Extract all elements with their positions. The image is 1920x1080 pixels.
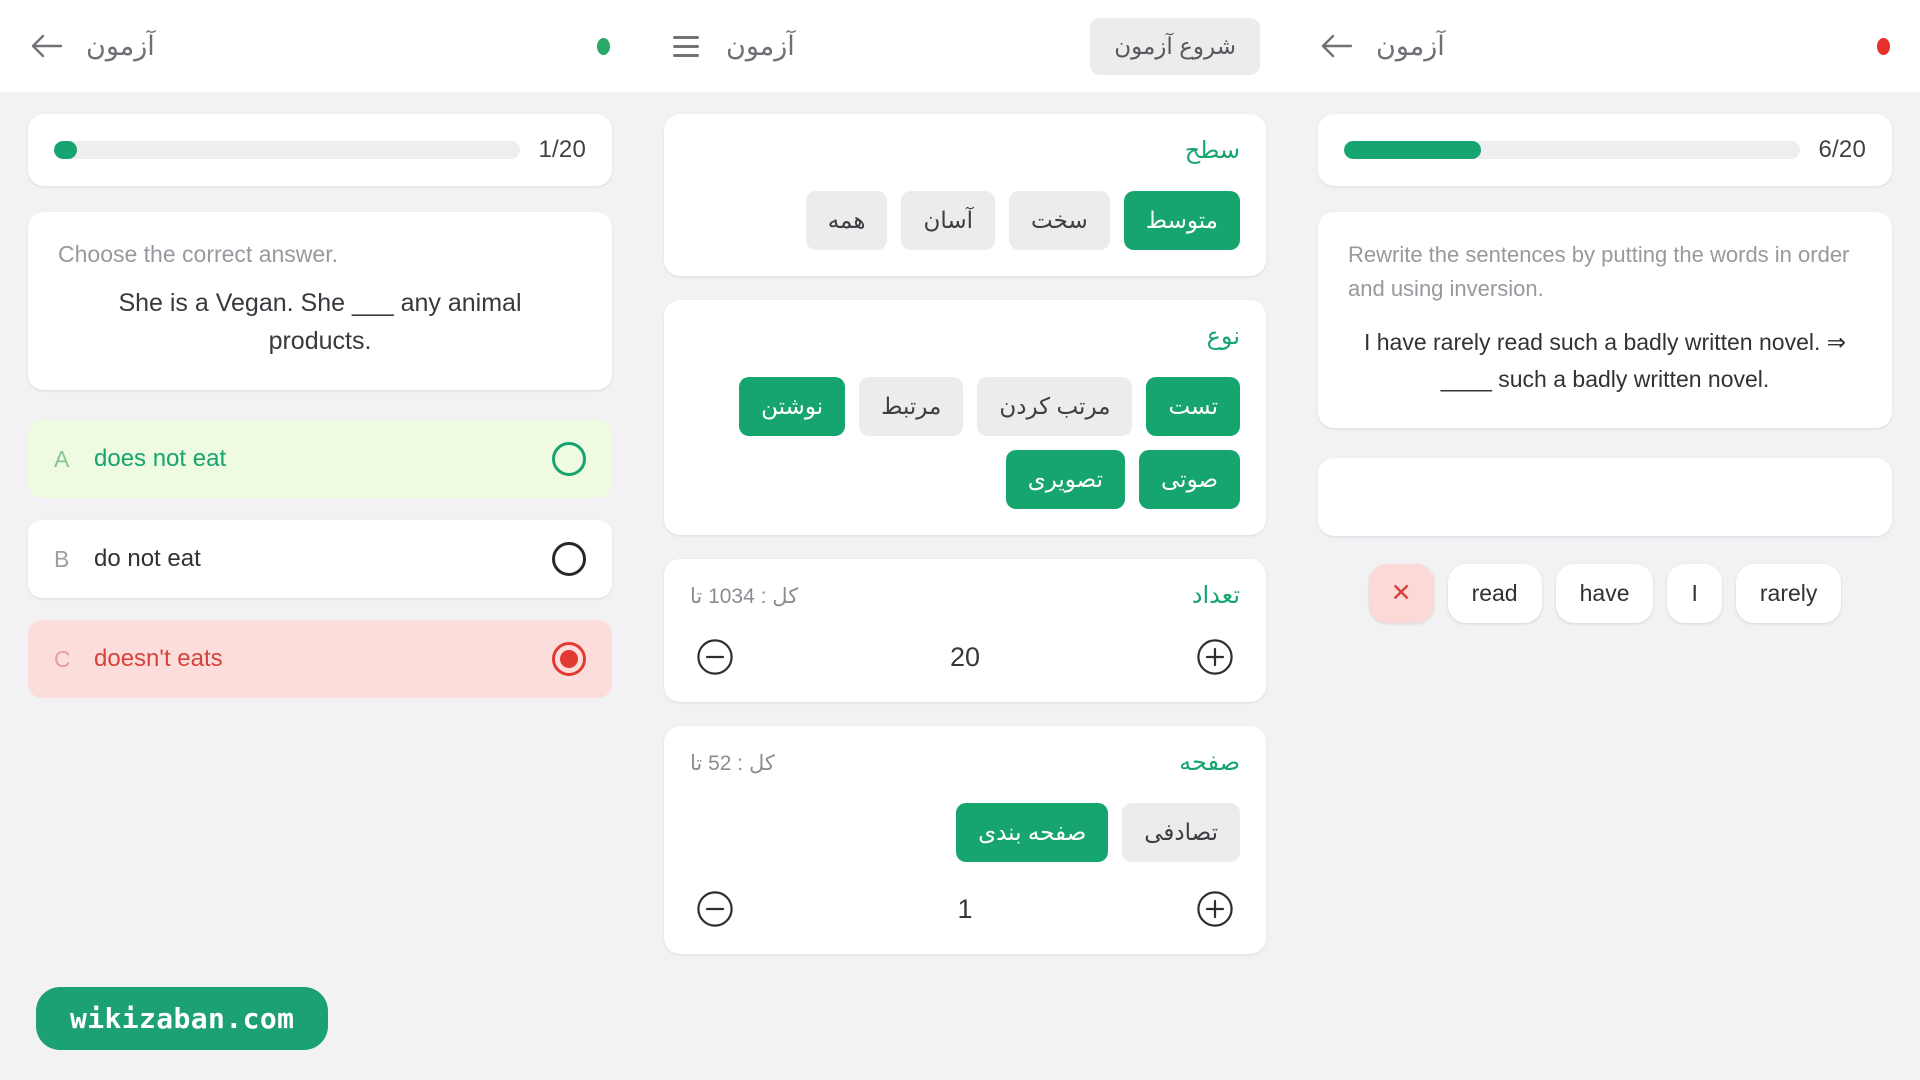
question-instruction: Choose the correct answer. xyxy=(58,241,338,267)
right-progress-card: 6/20 xyxy=(1318,114,1892,186)
type-option-tasviri[interactable]: تصویری xyxy=(1005,450,1126,509)
word-chip-read[interactable]: read xyxy=(1447,563,1542,623)
right-progress-fill xyxy=(1344,141,1481,159)
radio-button-c[interactable] xyxy=(552,642,586,677)
plus-circle-icon[interactable] xyxy=(1196,890,1234,928)
back-arrow-icon[interactable] xyxy=(30,29,64,63)
right-progress-label: 6/20 xyxy=(1818,136,1866,163)
level-option-hame[interactable]: همه xyxy=(805,191,888,250)
left-panel: آزمون 1/20 Choose the correct answer. Sh… xyxy=(0,0,640,1080)
right-panel: آزمون 6/20 Rewrite the sentences by putt… xyxy=(1290,0,1920,1080)
type-option-soti[interactable]: صوتی xyxy=(1139,450,1240,509)
left-progress-fill xyxy=(54,141,78,159)
word-chip-i[interactable]: I xyxy=(1667,563,1722,623)
page-total: کل : 52 تا xyxy=(690,752,775,775)
option-letter: A xyxy=(54,445,70,472)
radio-button-a[interactable] xyxy=(552,442,586,477)
status-dot-red xyxy=(1877,37,1890,55)
back-arrow-icon[interactable] xyxy=(1320,29,1354,63)
right-panel-body: 6/20 Rewrite the sentences by putting th… xyxy=(1290,92,1920,1080)
minus-circle-icon[interactable] xyxy=(696,638,734,676)
minus-circle-icon[interactable] xyxy=(696,890,734,928)
type-setting-card: نوع تست مرتب کردن مرتبط نوشتن صوتی تصویر… xyxy=(664,300,1266,535)
option-text: doesn't eats xyxy=(94,645,223,673)
rewrite-instruction: Rewrite the sentences by putting the wor… xyxy=(1348,242,1850,302)
left-progress-label: 1/20 xyxy=(538,136,586,163)
type-option-mortabet[interactable]: مرتبط xyxy=(859,377,964,436)
left-question-card: Choose the correct answer. She is a Vega… xyxy=(28,212,612,391)
rewrite-sentence: I have rarely read such a badly written … xyxy=(1363,329,1847,392)
count-stepper: 20 xyxy=(690,638,1240,676)
level-option-asan[interactable]: آسان xyxy=(901,191,996,250)
option-letter: C xyxy=(54,645,71,672)
page-title: صفحه xyxy=(1179,749,1240,776)
start-exam-button[interactable]: شروع آزمون xyxy=(1090,17,1260,75)
page-value: 1 xyxy=(957,893,973,924)
right-question-card: Rewrite the sentences by putting the wor… xyxy=(1318,212,1892,428)
left-panel-title: آزمون xyxy=(86,30,155,61)
type-head: نوع xyxy=(690,322,1240,351)
type-option-moratab-kardan[interactable]: مرتب کردن xyxy=(977,377,1133,436)
clear-answer-button[interactable]: ✕ xyxy=(1368,563,1434,623)
mid-panel: آزمون شروع آزمون سطح متوسط سخت آسان همه xyxy=(640,0,1290,1080)
word-chip-have[interactable]: have xyxy=(1555,563,1654,623)
mid-panel-body: سطح متوسط سخت آسان همه نوع تست مرتب کردن… xyxy=(640,92,1290,1080)
right-topbar: آزمون xyxy=(1290,0,1920,92)
wikizaban-watermark: wikizaban.com xyxy=(36,987,329,1050)
count-setting-card: تعداد کل : 1034 تا 20 xyxy=(664,559,1266,702)
level-setting-card: سطح متوسط سخت آسان همه xyxy=(664,114,1266,276)
type-title: نوع xyxy=(1206,323,1240,350)
type-option-neveshtan[interactable]: نوشتن xyxy=(739,377,846,436)
right-progress-track xyxy=(1344,141,1801,159)
type-options: تست مرتب کردن مرتبط نوشتن صوتی تصویری xyxy=(690,377,1240,509)
plus-circle-icon[interactable] xyxy=(1196,638,1234,676)
hamburger-icon[interactable] xyxy=(670,29,704,63)
answer-option-a[interactable]: A does not eat xyxy=(28,420,612,499)
option-letter: B xyxy=(54,545,70,572)
type-option-test[interactable]: تست xyxy=(1146,377,1240,436)
option-text: do not eat xyxy=(94,545,201,573)
right-panel-title: آزمون xyxy=(1376,30,1445,61)
question-sentence: She is a Vegan. She ___ any animal produ… xyxy=(118,289,522,355)
page-head: صفحه کل : 52 تا xyxy=(690,748,1240,777)
level-title: سطح xyxy=(1184,137,1240,164)
level-option-sakht[interactable]: سخت xyxy=(1009,191,1110,250)
option-text: does not eat xyxy=(94,445,227,473)
app-screen: آزمون 1/20 Choose the correct answer. Sh… xyxy=(0,0,1920,1080)
mid-topbar: آزمون شروع آزمون xyxy=(640,0,1290,92)
radio-button-b[interactable] xyxy=(552,542,586,577)
page-mode-tasadofi[interactable]: تصادفی xyxy=(1122,803,1240,862)
left-progress-card: 1/20 xyxy=(28,114,612,186)
word-bank: ✕ read have I rarely xyxy=(1318,563,1892,623)
count-total: کل : 1034 تا xyxy=(690,585,799,608)
mid-panel-title: آزمون xyxy=(726,30,795,61)
count-head: تعداد کل : 1034 تا xyxy=(690,581,1240,610)
page-mode-options: تصادفی صفحه بندی xyxy=(690,803,1240,862)
status-dot-green xyxy=(597,37,610,55)
level-head: سطح xyxy=(690,136,1240,165)
answer-option-c[interactable]: C doesn't eats xyxy=(28,620,612,699)
level-options: متوسط سخت آسان همه xyxy=(690,191,1240,250)
count-title: تعداد xyxy=(1191,582,1240,609)
count-value: 20 xyxy=(949,641,981,672)
page-mode-safhe-bandi[interactable]: صفحه بندی xyxy=(956,803,1109,862)
word-chip-rarely[interactable]: rarely xyxy=(1735,563,1842,623)
answer-option-b[interactable]: B do not eat xyxy=(28,520,612,599)
level-option-motavasset[interactable]: متوسط xyxy=(1123,191,1240,250)
left-topbar: آزمون xyxy=(0,0,640,92)
answer-drop-slot[interactable] xyxy=(1318,457,1892,536)
left-panel-body: 1/20 Choose the correct answer. She is a… xyxy=(0,92,640,1080)
left-progress-track xyxy=(54,141,521,159)
page-setting-card: صفحه کل : 52 تا تصادفی صفحه بندی 1 xyxy=(664,726,1266,954)
page-stepper: 1 xyxy=(690,890,1240,928)
